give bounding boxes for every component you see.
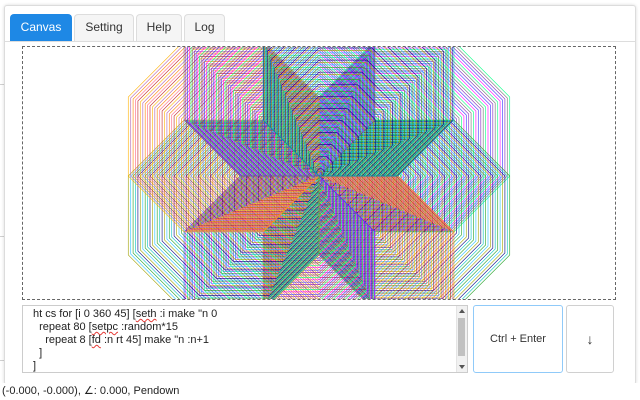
code-line: ] <box>33 360 453 372</box>
code-token: repeat 80 [ <box>33 321 92 333</box>
code-line: ht cs for [i 0 360 45] [seth :i make "n … <box>33 308 453 321</box>
code-keyword: seth <box>135 308 157 320</box>
scroll-up-arrow-icon[interactable] <box>459 309 465 313</box>
code-editor[interactable]: ht cs for [i 0 360 45] [seth :i make "n … <box>22 305 468 373</box>
scroll-thumb[interactable] <box>458 318 465 356</box>
status-bar: (-0.000, -0.000), ∠: 0.000, Pendown <box>0 383 640 400</box>
code-token: ] <box>33 347 43 359</box>
code-line: repeat 8 [fd :n rt 45] make "n :n+1 <box>33 334 453 347</box>
code-token: :n rt 45] make "n :n+1 <box>100 334 210 346</box>
code-token: repeat 8 [ <box>33 334 92 346</box>
turtle-drawing <box>127 47 511 299</box>
tab-help[interactable]: Help <box>136 14 182 41</box>
code-token: :i make "n 0 <box>156 308 218 320</box>
code-token: ] <box>33 360 37 372</box>
code-line: repeat 80 [setpc :random*15 <box>33 321 453 334</box>
code-line: ] <box>33 347 453 360</box>
code-token: ht cs for [i 0 360 45] [ <box>33 308 136 320</box>
logo-panel: Canvas Setting Help Log ht cs for [i 0 3… <box>4 5 636 385</box>
code-keyword: setpc <box>91 321 119 333</box>
code-keyword: fd <box>91 334 101 346</box>
tab-bar: Canvas Setting Help Log <box>5 14 635 42</box>
tab-setting[interactable]: Setting <box>74 14 134 41</box>
run-button[interactable]: Ctrl + Enter <box>473 305 563 373</box>
editor-scrollbar[interactable] <box>456 306 467 372</box>
scroll-down-button[interactable]: ↓ <box>566 305 614 373</box>
tab-log[interactable]: Log <box>184 14 225 41</box>
turtle-canvas[interactable] <box>22 46 616 300</box>
scroll-down-arrow-icon[interactable] <box>459 365 465 369</box>
tab-canvas[interactable]: Canvas <box>10 14 72 41</box>
code-token: :random*15 <box>118 321 178 333</box>
code-text[interactable]: ht cs for [i 0 360 45] [seth :i make "n … <box>33 308 453 372</box>
